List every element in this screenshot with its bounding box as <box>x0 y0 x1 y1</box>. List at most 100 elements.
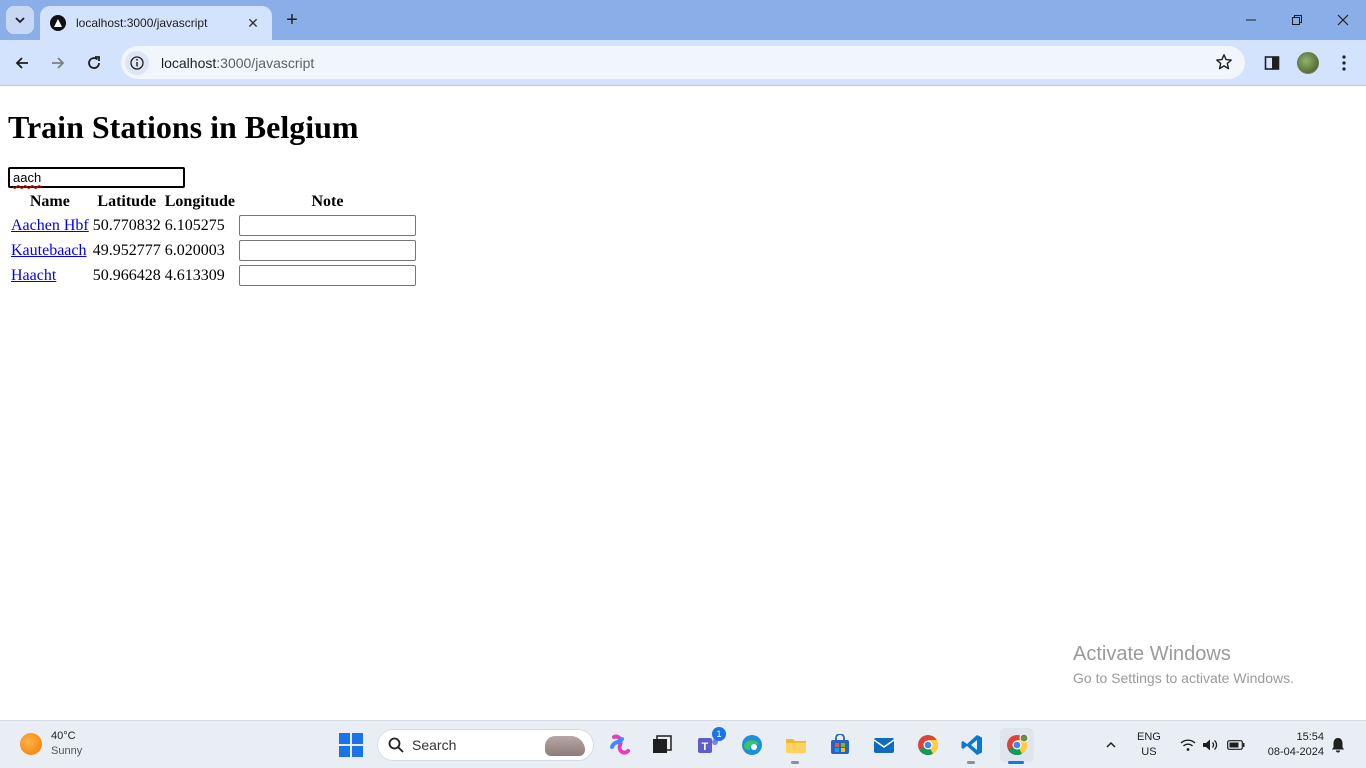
edge-icon <box>742 735 762 755</box>
reload-button[interactable] <box>80 49 108 77</box>
battery-icon <box>1227 740 1245 750</box>
notification-center-button[interactable] <box>1328 721 1348 768</box>
clock-time: 15:54 <box>1296 731 1324 743</box>
stations-table: Name Latitude Longitude Note Aachen Hbf … <box>8 189 419 289</box>
activation-watermark: Activate Windows Go to Settings to activ… <box>1073 643 1294 686</box>
note-input[interactable] <box>239 265 416 286</box>
language-code: ENG <box>1137 731 1161 743</box>
longitude-cell: 6.020003 <box>164 241 225 259</box>
browser-menu-button[interactable] <box>1331 50 1357 76</box>
tab-title: localhost:3000/javascript <box>76 16 208 30</box>
url-path: :3000/javascript <box>216 54 315 71</box>
side-panel-button[interactable] <box>1259 50 1285 76</box>
wifi-icon <box>1180 739 1196 751</box>
weather-condition: Sunny <box>51 745 83 757</box>
table-row: Haacht 50.966428 4.613309 <box>10 264 417 287</box>
mail-app[interactable] <box>870 731 898 759</box>
tab-close-icon[interactable]: ✕ <box>244 15 262 32</box>
back-button[interactable] <box>8 49 36 77</box>
clock-date: 08-04-2024 <box>1267 746 1324 758</box>
volume-control[interactable] <box>1201 721 1221 768</box>
start-button[interactable] <box>339 733 363 757</box>
minimize-icon <box>1246 19 1256 21</box>
microsoft-store-app[interactable] <box>826 731 854 759</box>
filter-value: aach <box>13 170 42 185</box>
show-hidden-icons-button[interactable] <box>1100 721 1122 768</box>
minimize-button[interactable] <box>1228 0 1274 40</box>
notification-badge: 1 <box>712 727 726 741</box>
watermark-title: Activate Windows <box>1073 643 1231 665</box>
longitude-cell: 6.105275 <box>164 216 225 234</box>
chrome-app[interactable] <box>914 731 942 759</box>
weather-temperature: 40°C <box>51 730 76 742</box>
restore-icon <box>1292 15 1302 25</box>
search-highlight-image <box>545 736 585 756</box>
close-icon <box>1337 14 1349 26</box>
edge-app[interactable] <box>738 731 766 759</box>
chrome-profile-app[interactable] <box>1000 728 1034 762</box>
file-explorer-app[interactable] <box>782 731 810 759</box>
search-icon <box>388 737 404 753</box>
station-link[interactable]: Haacht <box>11 267 56 284</box>
close-window-button[interactable] <box>1320 0 1366 40</box>
tab-search-button[interactable] <box>6 6 34 34</box>
site-info-icon[interactable] <box>125 50 149 75</box>
copilot-icon <box>610 734 630 755</box>
column-header-note: Note <box>311 192 344 210</box>
table-row: Aachen Hbf 50.770832 6.105275 <box>10 214 417 237</box>
active-indicator <box>1008 761 1024 764</box>
profile-button[interactable] <box>1295 50 1321 76</box>
latitude-cell: 50.770832 <box>92 216 161 234</box>
station-link[interactable]: Kautebaach <box>11 242 87 259</box>
browser-tab[interactable]: localhost:3000/javascript ✕ <box>40 6 272 40</box>
column-header-latitude: Latitude <box>97 192 157 210</box>
speaker-icon <box>1203 739 1218 751</box>
battery-status[interactable] <box>1225 721 1247 768</box>
forward-arrow-icon <box>52 57 65 69</box>
page-title: Train Stations in Belgium <box>8 109 359 145</box>
chevron-up-icon <box>1106 741 1116 748</box>
table-header-row: Name Latitude Longitude Note <box>10 191 417 212</box>
taskbar: 40°C Sunny Search T 1 ENG US 15:54 08-04… <box>0 720 1366 768</box>
station-filter-input[interactable]: aach <box>8 167 185 188</box>
system-clock[interactable]: 15:54 08-04-2024 <box>1258 730 1324 760</box>
note-input[interactable] <box>239 240 416 261</box>
teams-app[interactable]: T 1 <box>694 727 726 759</box>
network-status[interactable] <box>1178 721 1198 768</box>
windows-logo-icon <box>339 733 350 744</box>
sun-icon <box>20 733 42 755</box>
task-view-app[interactable] <box>648 731 676 759</box>
column-header-longitude: Longitude <box>164 192 235 210</box>
favicon-icon <box>50 15 66 31</box>
restore-button[interactable] <box>1274 0 1320 40</box>
bell-icon <box>1332 738 1344 753</box>
station-link[interactable]: Aachen Hbf <box>11 217 89 234</box>
language-region: US <box>1141 746 1157 758</box>
table-row: Kautebaach 49.952777 6.020003 <box>10 239 417 262</box>
running-indicator <box>967 761 975 764</box>
copilot-app[interactable] <box>606 731 634 759</box>
folder-icon <box>786 739 806 753</box>
running-indicator <box>791 761 799 764</box>
tab-strip: localhost:3000/javascript ✕ + <box>0 0 1366 40</box>
vscode-app[interactable] <box>958 731 986 759</box>
longitude-cell: 4.613309 <box>164 266 225 284</box>
taskbar-search[interactable]: Search <box>377 729 594 761</box>
back-arrow-icon <box>15 57 28 69</box>
mail-icon <box>873 738 895 753</box>
note-input[interactable] <box>239 215 416 236</box>
new-tab-button[interactable]: + <box>280 8 304 32</box>
page-content: Train Stations in Belgium aach Name Lati… <box>0 87 1366 720</box>
task-view-icon <box>653 735 672 753</box>
url-host: localhost <box>161 54 217 71</box>
forward-button[interactable] <box>44 49 72 77</box>
address-bar[interactable]: localhost:3000/javascript <box>121 46 1245 79</box>
bookmark-star-icon[interactable] <box>1215 53 1233 76</box>
weather-widget[interactable]: 40°C Sunny <box>20 729 82 759</box>
svg-text:T: T <box>702 741 709 753</box>
column-header-name: Name <box>29 192 70 210</box>
search-label: Search <box>412 737 457 753</box>
store-icon <box>831 734 849 754</box>
language-indicator[interactable]: ENG US <box>1137 730 1161 760</box>
avatar <box>1297 52 1319 74</box>
